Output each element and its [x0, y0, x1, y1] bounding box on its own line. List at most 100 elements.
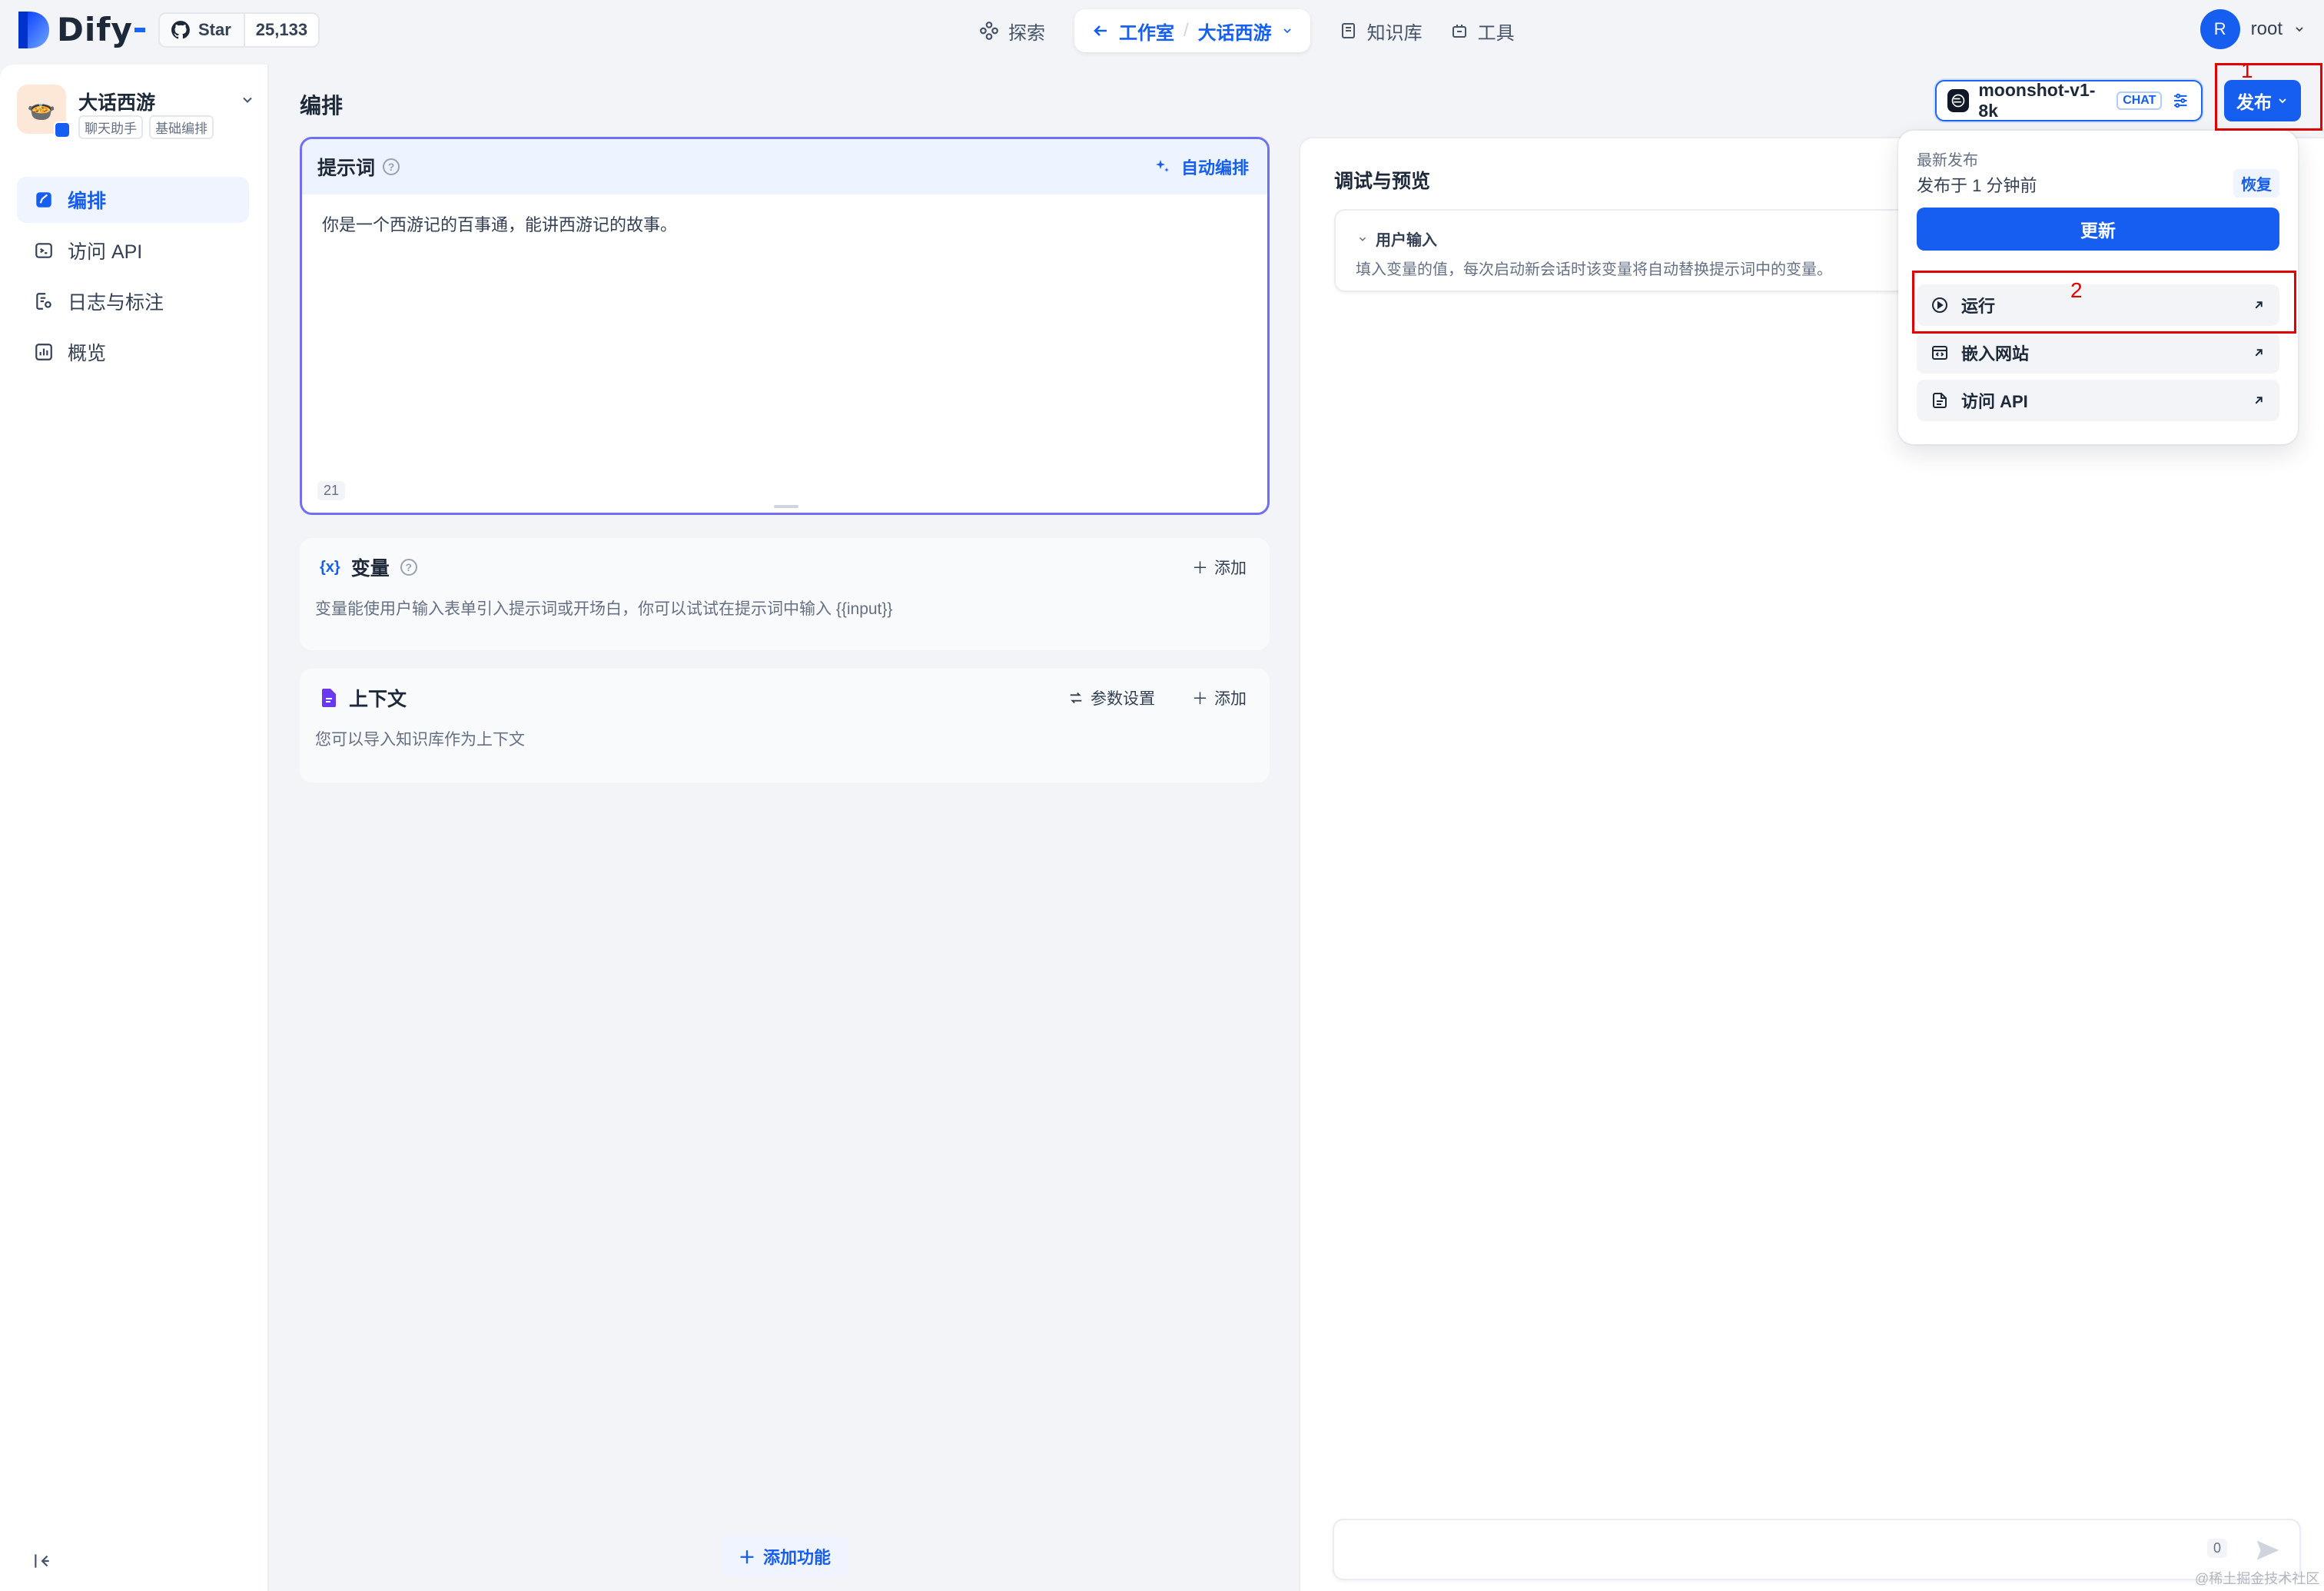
chart-icon	[35, 344, 52, 360]
context-settings-label: 参数设置	[1091, 690, 1155, 708]
chevron-down-icon	[2296, 27, 2303, 32]
published-time: 发布于 1 分钟前	[1917, 176, 2037, 195]
sidebar-item-overview[interactable]: 概览	[17, 329, 249, 375]
sidebar-item-label: 访问 API	[68, 241, 143, 263]
send-icon[interactable]	[2253, 1536, 2282, 1565]
variables-section: {x} 变量 ? ＋ 添加 变量能使用户输入表单引入提示词或开场白，你可以试试在…	[300, 538, 1270, 650]
help-icon[interactable]: ?	[383, 158, 400, 175]
variables-description: 变量能使用户输入表单引入提示词或开场白，你可以试试在提示词中输入 {{input…	[315, 600, 893, 618]
add-feature-label: 添加功能	[763, 1548, 832, 1567]
orchestrate-icon	[36, 192, 51, 208]
sidebar-item-label: 概览	[68, 343, 107, 364]
annotation-box-2	[1912, 271, 2296, 334]
user-input-card[interactable]: 用户输入 填入变量的值，每次启动新会话时该变量将自动替换提示词中的变量。	[1334, 209, 1918, 292]
user-name: root	[2250, 18, 2282, 39]
settings-sliders-icon[interactable]	[2171, 91, 2190, 111]
github-icon	[171, 21, 190, 39]
nav-explore-label: 探索	[1008, 22, 1045, 44]
github-star-button[interactable]: Star 25,133	[158, 12, 320, 48]
context-document-icon	[322, 689, 336, 707]
auto-orchestrate-button[interactable]: 自动编排	[1154, 154, 1249, 179]
brand-dot	[134, 27, 145, 32]
user-menu[interactable]: R root	[2200, 9, 2306, 49]
access-api-label: 访问 API	[1961, 392, 2028, 411]
top-bar: Dify Star 25,133 探索 工作室 / 大话西游 知识库 工具 R …	[0, 0, 2324, 65]
document-icon	[1933, 393, 1947, 408]
tools-icon	[1452, 25, 1466, 38]
brand-name: Dify	[57, 11, 133, 48]
sidebar-item-label: 编排	[68, 191, 107, 212]
context-settings-button[interactable]: 参数设置	[1067, 686, 1155, 709]
chat-input[interactable]: 0	[1333, 1519, 2301, 1580]
chevron-down-icon	[1359, 237, 1366, 241]
sidebar-app-name: 大话西游	[78, 92, 156, 114]
embed-icon	[1932, 346, 1947, 360]
arrow-left-icon	[1094, 25, 1107, 36]
dify-logo[interactable]: Dify	[18, 11, 145, 48]
plus-icon: ＋	[738, 1548, 755, 1567]
sidebar: 🍲 大话西游 聊天助手 基础编排 编排 访问 API 日志与标注 概览	[0, 65, 269, 1591]
context-section: 上下文 参数设置 ＋ 添加 您可以导入知识库作为上下文	[300, 669, 1270, 782]
add-variable-label: 添加	[1214, 560, 1247, 577]
avatar: R	[2200, 9, 2240, 49]
nav-knowledge[interactable]: 知识库	[1326, 9, 1436, 52]
nav-app-name[interactable]: 大话西游	[1198, 18, 1272, 45]
star-label: Star	[198, 20, 231, 39]
nav-studio-label: 工作室	[1119, 22, 1174, 44]
nav-explore[interactable]: 探索	[965, 9, 1059, 52]
log-icon	[36, 293, 51, 310]
app-tag: 聊天助手	[78, 115, 143, 139]
main-nav: 探索 工作室 / 大话西游 知识库 工具	[965, 9, 1529, 52]
arrow-up-right-icon	[2255, 397, 2263, 404]
watermark: @稀土掘金技术社区	[2195, 1571, 2320, 1586]
user-input-description: 填入变量的值，每次启动新会话时该变量将自动替换提示词中的变量。	[1356, 261, 1832, 278]
access-api-item[interactable]: 访问 API	[1917, 380, 2279, 421]
terminal-icon	[35, 243, 52, 258]
char-count: 21	[317, 481, 346, 500]
update-button[interactable]: 更新	[1917, 208, 2279, 251]
app-tags: 聊天助手 基础编排	[78, 115, 214, 139]
annotation-marker-1: 1	[2241, 58, 2253, 82]
app-tag: 基础编排	[149, 115, 214, 139]
model-mode-badge: CHAT	[2116, 91, 2163, 110]
add-variable-button[interactable]: ＋ 添加	[1192, 556, 1247, 579]
nav-studio[interactable]: 工作室 / 大话西游	[1074, 9, 1310, 52]
annotation-box-1	[2215, 63, 2322, 131]
restore-button[interactable]: 恢复	[2233, 169, 2279, 198]
sidebar-item-api[interactable]: 访问 API	[17, 228, 249, 274]
embed-website-label: 嵌入网站	[1961, 344, 2030, 364]
explore-icon	[980, 22, 998, 40]
breadcrumb-separator: /	[1184, 20, 1189, 41]
plus-icon: ＋	[1192, 690, 1208, 708]
book-icon	[1341, 23, 1355, 38]
model-name: moonshot-v1-8k	[1978, 80, 2096, 121]
prompt-textarea[interactable]: 你是一个西游记的百事通，能讲西游记的故事。	[302, 194, 1267, 253]
collapse-sidebar-icon[interactable]	[32, 1551, 52, 1571]
model-selector[interactable]: moonshot-v1-8k CHAT	[1935, 80, 2203, 121]
debug-title: 调试与预览	[1334, 171, 1431, 192]
variables-title: 变量	[350, 558, 390, 580]
help-icon[interactable]: ?	[400, 559, 417, 576]
plus-icon: ＋	[1192, 560, 1208, 577]
prompt-header: 提示词 ? 自动编排	[302, 139, 1267, 194]
annotation-marker-2: 2	[2070, 278, 2083, 302]
page-title: 编排	[300, 94, 344, 118]
app-switcher[interactable]: 🍲 大话西游 聊天助手 基础编排	[17, 85, 255, 140]
prompt-editor: 提示词 ? 自动编排 你是一个西游记的百事通，能讲西游记的故事。 21	[300, 137, 1270, 515]
sidebar-item-orchestrate[interactable]: 编排	[17, 177, 249, 223]
sidebar-item-logs[interactable]: 日志与标注	[17, 278, 249, 324]
chat-char-count: 0	[2206, 1539, 2227, 1558]
embed-website-item[interactable]: 嵌入网站	[1917, 332, 2279, 374]
nav-knowledge-label: 知识库	[1366, 22, 1423, 44]
resize-handle[interactable]	[774, 505, 798, 508]
chevron-down-icon	[243, 97, 252, 103]
chevron-down-icon	[1283, 28, 1291, 34]
dify-logo-icon	[18, 11, 49, 48]
app-type-badge-icon	[54, 121, 71, 138]
add-feature-button[interactable]: ＋ 添加功能	[722, 1536, 847, 1577]
sidebar-item-label: 日志与标注	[68, 292, 164, 314]
add-context-button[interactable]: ＋ 添加	[1192, 686, 1247, 709]
nav-tools[interactable]: 工具	[1436, 9, 1529, 52]
context-description: 您可以导入知识库作为上下文	[315, 731, 525, 749]
moonshot-icon	[1947, 89, 1970, 112]
